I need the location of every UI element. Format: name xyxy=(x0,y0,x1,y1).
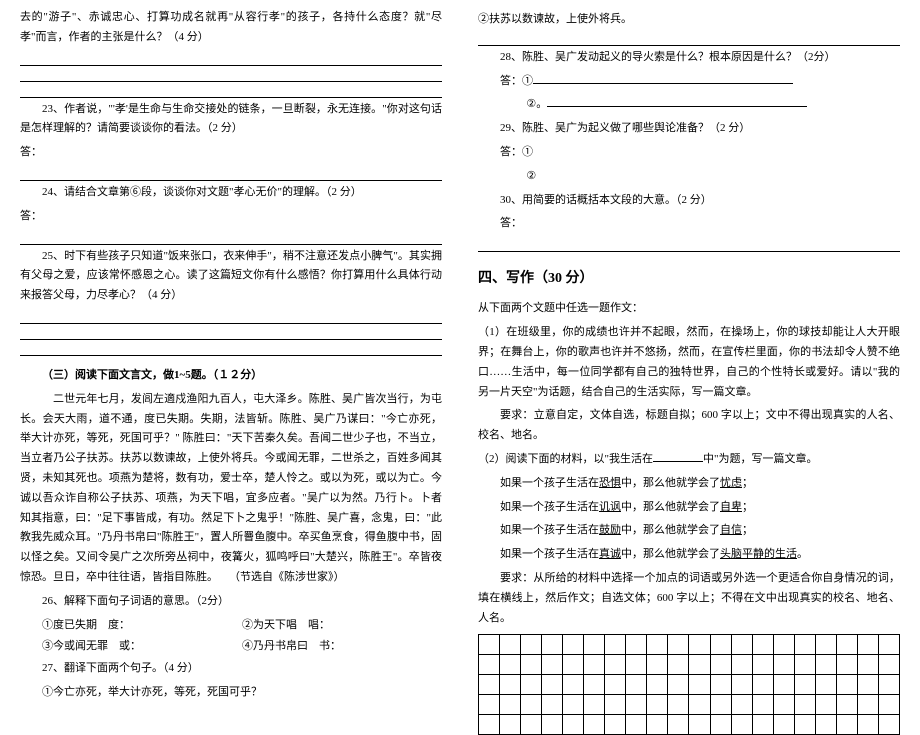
grid-row xyxy=(479,715,900,735)
q23: 23、作者说，"'孝'是生命与生命交接处的链条，一旦断裂，永无连接。"你对这句话… xyxy=(20,100,442,140)
answer-inline-blank xyxy=(547,95,807,107)
writing-prompt-1: （1）在班级里，你的成绩也许并不起眼，然而，在操场上，你的球技却能让人大开眼界；… xyxy=(478,323,900,402)
w2-l-pre: 如果一个孩子生活在 xyxy=(500,477,599,489)
q26-4: ④乃丹书帛曰 书： xyxy=(242,637,442,657)
answer-blank xyxy=(20,342,442,356)
q28-a2: ②。 xyxy=(526,95,900,115)
w2-l-mid: 中，那么他就学会了 xyxy=(621,524,720,536)
answer-blank xyxy=(478,238,900,252)
q25: 25、时下有些孩子只知道"饭来张口，衣来伸手"，稍不注意还发点小脾气"。其实拥有… xyxy=(20,247,442,306)
sec4-intro: 从下面两个文题中任选一题作文： xyxy=(478,299,900,319)
w2-l-pre: 如果一个孩子生活在 xyxy=(500,501,599,513)
composition-grid xyxy=(478,634,900,735)
w2-l-pre: 如果一个孩子生活在 xyxy=(500,548,599,560)
answer-label: 答： xyxy=(20,143,442,163)
writing-req-1: 要求：立意自定，文体自选，标题自拟；600 字以上；文中不得出现真实的人名、校名… xyxy=(478,406,900,446)
w2-l-key1: 鼓励 xyxy=(599,524,621,536)
w2-l-key2: 忧虑 xyxy=(720,477,742,489)
w2-l-mid: 中，那么他就学会了 xyxy=(621,501,720,513)
w2-l-end: ； xyxy=(742,524,753,536)
q28-a2-label: ②。 xyxy=(526,98,547,110)
w2-l-key1: 真诚 xyxy=(599,548,621,560)
grid-row xyxy=(479,655,900,675)
answer-blank xyxy=(20,68,442,82)
q26-row1: ①度已失期 度： ②为天下唱 唱： xyxy=(42,616,442,636)
w2-line4: 如果一个孩子生活在真诚中，那么他就学会了头脑平静的生活。 xyxy=(478,545,900,565)
q30-ans: 答： xyxy=(500,214,900,234)
w2-line2: 如果一个孩子生活在讥讽中，那么他就学会了自卑； xyxy=(478,498,900,518)
w2-intro-b: 中"为题，写一篇文章。 xyxy=(703,453,818,465)
classical-passage: 二世元年七月，发闾左適戍渔阳九百人，屯大泽乡。陈胜、吴广皆次当行，为屯长。会天大… xyxy=(20,390,442,588)
q29-a1: 答：① xyxy=(500,143,900,163)
q26-2: ②为天下唱 唱： xyxy=(242,616,442,636)
q-intro-continued: 去的"游子"、赤诚忠心、打算功成名就再"从容行孝"的孩子，各持什么态度？就"尽孝… xyxy=(20,8,442,48)
left-column: 去的"游子"、赤诚忠心、打算功成名就再"从容行孝"的孩子，各持什么态度？就"尽孝… xyxy=(20,8,460,629)
answer-blank xyxy=(478,32,900,46)
q28-a1-label: 答：① xyxy=(500,75,533,87)
q24: 24、请结合文章第⑥段，谈谈你对文题"孝心无价"的理解。（2 分） xyxy=(20,183,442,203)
q29: 29、陈胜、吴广为起义做了哪些舆论准备？（2 分） xyxy=(478,119,900,139)
w2-l-key2: 自卑 xyxy=(720,501,742,513)
q30: 30、用简要的话概括本文段的大意。（2 分） xyxy=(478,191,900,211)
q26: 26、解释下面句子词语的意思。（2分） xyxy=(20,592,442,612)
answer-blank xyxy=(20,52,442,66)
q27-1: ①今亡亦死，举大计亦死，等死，死国可乎？ xyxy=(42,683,442,703)
q27: 27、翻译下面两个句子。（4 分） xyxy=(20,659,442,679)
q29-a2: ② xyxy=(526,167,900,187)
answer-blank xyxy=(20,167,442,181)
w2-l-key2: 自信 xyxy=(720,524,742,536)
w2-l-mid: 中，那么他就学会了 xyxy=(621,477,720,489)
w2-l-end: 。 xyxy=(797,548,808,560)
q26-row2: ③今或闻无罪 或： ④乃丹书帛曰 书： xyxy=(42,637,442,657)
w2-l-key2: 头脑平静的生活 xyxy=(720,548,797,560)
answer-blank xyxy=(20,84,442,98)
w2-l-pre: 如果一个孩子生活在 xyxy=(500,524,599,536)
grid-row xyxy=(479,635,900,655)
grid-row xyxy=(479,695,900,715)
writing-req-2: 要求：从所给的材料中选择一个加点的词语或另外选一个更适合你自身情况的词，填在横线… xyxy=(478,569,900,628)
grid-row xyxy=(479,675,900,695)
w2-intro-a: （2）阅读下面的材料，以"我生活在 xyxy=(478,453,653,465)
w2-line1: 如果一个孩子生活在恐惧中，那么他就学会了忧虑； xyxy=(478,474,900,494)
q28: 28、陈胜、吴广发动起义的导火索是什么？根本原因是什么？（2分） xyxy=(478,48,900,68)
right-column: ②扶苏以数谏故，上使外将兵。 28、陈胜、吴广发动起义的导火索是什么？根本原因是… xyxy=(460,8,900,629)
w2-l-mid: 中，那么他就学会了 xyxy=(621,548,720,560)
w2-l-end: ； xyxy=(742,501,753,513)
w2-l-end: ； xyxy=(742,477,753,489)
grid-body xyxy=(479,635,900,735)
answer-blank xyxy=(20,326,442,340)
answer-blank xyxy=(20,231,442,245)
w2-l-key1: 讥讽 xyxy=(599,501,621,513)
q28-a1: 答：① xyxy=(500,72,900,92)
section-4-title: 四、写作（30 分） xyxy=(478,266,900,291)
answer-blank xyxy=(20,310,442,324)
writing-prompt-2: （2）阅读下面的材料，以"我生活在 中"为题，写一篇文章。 xyxy=(478,450,900,470)
q26-1: ①度已失期 度： xyxy=(42,616,242,636)
q27-2: ②扶苏以数谏故，上使外将兵。 xyxy=(478,10,900,30)
w2-l-key1: 恐惧 xyxy=(599,477,621,489)
fill-blank xyxy=(653,450,703,462)
section-3-title: （三）阅读下面文言文，做1~5题。（１２分） xyxy=(20,366,442,386)
answer-inline-blank xyxy=(533,72,793,84)
w2-line3: 如果一个孩子生活在鼓励中，那么他就学会了自信； xyxy=(478,521,900,541)
q26-3: ③今或闻无罪 或： xyxy=(42,637,242,657)
answer-label: 答： xyxy=(20,207,442,227)
